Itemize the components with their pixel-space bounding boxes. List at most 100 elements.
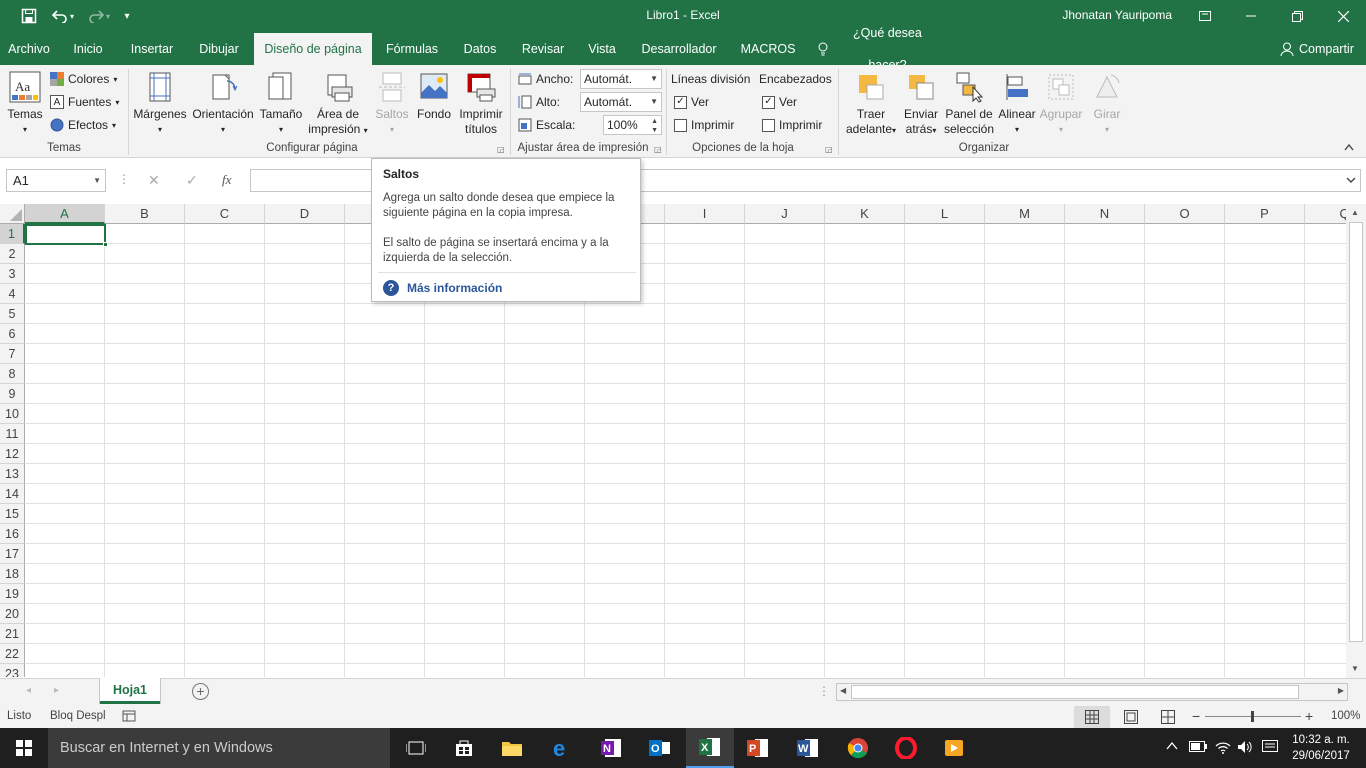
group-button[interactable]: Agrupar ▾ <box>1038 69 1084 137</box>
collapse-ribbon-icon[interactable] <box>1344 142 1354 154</box>
powerpoint-icon[interactable]: P <box>734 728 782 768</box>
enter-icon[interactable]: ✓ <box>186 172 198 189</box>
opera-icon[interactable] <box>882 728 930 768</box>
margins-button[interactable]: Márgenes ▾ <box>132 69 188 137</box>
column-header-b[interactable]: B <box>105 204 185 224</box>
column-header-j[interactable]: J <box>745 204 825 224</box>
word-icon[interactable]: W <box>784 728 832 768</box>
row-header-19[interactable]: 19 <box>0 584 25 604</box>
next-sheet-icon[interactable]: ▸ <box>54 685 59 696</box>
row-header-21[interactable]: 21 <box>0 624 25 644</box>
orientation-button[interactable]: Orientación ▾ <box>190 69 256 137</box>
column-header-d[interactable]: D <box>265 204 345 224</box>
onenote-icon[interactable]: N <box>588 728 636 768</box>
row-header-6[interactable]: 6 <box>0 324 25 344</box>
height-select[interactable]: Automát. ▼ <box>580 92 662 112</box>
column-header-c[interactable]: C <box>185 204 265 224</box>
row-header-8[interactable]: 8 <box>0 364 25 384</box>
print-area-button[interactable]: Área de impresión ▾ <box>306 69 370 138</box>
tray-chevron-up-icon[interactable] <box>1166 740 1178 754</box>
new-sheet-icon[interactable]: + <box>192 683 209 700</box>
tab-diseno-de-pagina[interactable]: Diseño de página <box>254 33 372 65</box>
row-header-15[interactable]: 15 <box>0 504 25 524</box>
scroll-up-icon[interactable]: ▲ <box>1351 208 1359 217</box>
scroll-down-icon[interactable]: ▼ <box>1351 664 1359 673</box>
row-header-22[interactable]: 22 <box>0 644 25 664</box>
horizontal-scroll-thumb[interactable] <box>851 685 1299 699</box>
battery-icon[interactable] <box>1189 741 1207 756</box>
select-all-corner[interactable] <box>0 204 25 224</box>
expand-formula-icon[interactable] <box>1346 173 1356 187</box>
bring-forward-button[interactable]: Traer adelante▾ <box>842 69 900 138</box>
row-header-14[interactable]: 14 <box>0 484 25 504</box>
insert-function-icon[interactable]: fx <box>222 172 231 188</box>
tab-dibujar[interactable]: Dibujar <box>192 33 246 65</box>
scale-launcher-icon[interactable]: ◲ <box>654 145 662 154</box>
close-button[interactable] <box>1320 0 1366 32</box>
row-header-1[interactable]: 1 <box>0 224 25 244</box>
sheet-tab-hoja1[interactable]: Hoja1 <box>100 678 160 704</box>
task-view-icon[interactable] <box>392 728 440 768</box>
row-header-20[interactable]: 20 <box>0 604 25 624</box>
row-header-11[interactable]: 11 <box>0 424 25 444</box>
breaks-button[interactable]: Saltos ▾ <box>372 69 412 137</box>
minimize-button[interactable] <box>1228 0 1274 32</box>
scale-spinner[interactable]: 100% ▲ ▼ <box>603 115 662 135</box>
zoom-level[interactable]: 100% <box>1331 710 1360 722</box>
row-header-16[interactable]: 16 <box>0 524 25 544</box>
rotate-button[interactable]: Girar ▾ <box>1086 69 1128 137</box>
zoom-in-icon[interactable]: + <box>1305 708 1313 724</box>
column-header-p[interactable]: P <box>1225 204 1305 224</box>
row-header-2[interactable]: 2 <box>0 244 25 264</box>
sheet-options-launcher-icon[interactable]: ◲ <box>825 145 833 154</box>
splitter-grip-icon[interactable]: ⋮ <box>818 684 830 698</box>
column-header-m[interactable]: M <box>985 204 1065 224</box>
taskbar-clock[interactable]: 10:32 a. m. 29/06/2017 <box>1288 732 1354 764</box>
tab-insertar[interactable]: Insertar <box>124 33 180 65</box>
spinner-arrows-icon[interactable]: ▲ ▼ <box>651 117 658 135</box>
row-header-5[interactable]: 5 <box>0 304 25 324</box>
tab-archivo[interactable]: Archivo <box>0 33 58 65</box>
column-header-l[interactable]: L <box>905 204 985 224</box>
restore-button[interactable] <box>1274 0 1320 32</box>
colors-button[interactable]: Colores ▾ <box>50 69 117 89</box>
excel-taskbar-icon[interactable]: X <box>686 728 734 768</box>
tab-inicio[interactable]: Inicio <box>64 33 112 65</box>
size-button[interactable]: Tamaño ▾ <box>258 69 304 137</box>
page-setup-launcher-icon[interactable]: ◲ <box>497 145 505 154</box>
normal-view-button[interactable] <box>1074 706 1110 728</box>
macro-record-icon[interactable] <box>122 709 136 726</box>
width-select[interactable]: Automát. ▼ <box>580 69 662 89</box>
headings-print-checkbox[interactable]: Imprimir <box>762 115 822 135</box>
row-header-13[interactable]: 13 <box>0 464 25 484</box>
row-header-10[interactable]: 10 <box>0 404 25 424</box>
horizontal-scrollbar[interactable]: ◀ ▶ <box>836 683 1348 701</box>
tell-me-box[interactable]: ¿Qué desea hacer? <box>818 26 942 72</box>
action-center-icon[interactable] <box>1262 740 1278 757</box>
tab-desarrollador[interactable]: Desarrollador <box>636 33 722 65</box>
user-name[interactable]: Jhonatan Yauripoma <box>1062 8 1172 22</box>
scroll-right-icon[interactable]: ▶ <box>1338 686 1344 695</box>
page-layout-view-icon[interactable] <box>1124 710 1138 727</box>
vertical-scrollbar[interactable]: ▲ ▼ <box>1346 204 1366 678</box>
outlook-icon[interactable]: O <box>636 728 684 768</box>
tab-vista[interactable]: Vista <box>584 33 620 65</box>
store-icon[interactable] <box>440 728 488 768</box>
chrome-icon[interactable] <box>834 728 882 768</box>
row-header-4[interactable]: 4 <box>0 284 25 304</box>
selection-pane-button[interactable]: Panel de selección <box>942 69 996 137</box>
share-button[interactable]: Compartir <box>1280 33 1362 65</box>
cancel-icon[interactable]: ✕ <box>148 172 160 189</box>
row-header-17[interactable]: 17 <box>0 544 25 564</box>
windows-start-icon[interactable] <box>0 728 48 768</box>
align-button[interactable]: Alinear ▾ <box>996 69 1038 137</box>
page-break-view-icon[interactable] <box>1161 710 1175 727</box>
tab-datos[interactable]: Datos <box>458 33 502 65</box>
row-header-23[interactable]: 23 <box>0 664 25 677</box>
column-header-i[interactable]: I <box>665 204 745 224</box>
column-header-k[interactable]: K <box>825 204 905 224</box>
print-titles-button[interactable]: Imprimir títulos <box>456 69 506 137</box>
chevron-down-icon[interactable]: ▼ <box>93 170 101 191</box>
taskbar-search-box[interactable]: Buscar en Internet y en Windows <box>48 728 390 768</box>
edge-icon[interactable]: e <box>538 728 586 768</box>
